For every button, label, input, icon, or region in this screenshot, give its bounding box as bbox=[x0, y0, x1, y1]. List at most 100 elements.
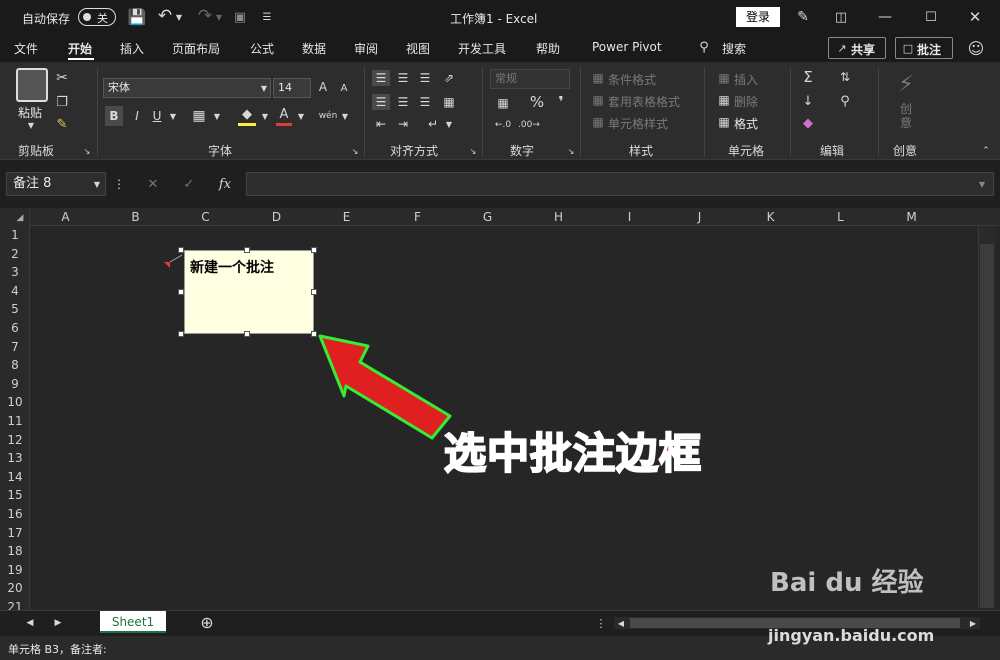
accounting-format-icon[interactable]: ▦ bbox=[492, 94, 514, 112]
font-launcher-icon[interactable]: ↘ bbox=[350, 146, 360, 156]
column-header-c[interactable]: C bbox=[170, 208, 241, 226]
formula-input[interactable] bbox=[246, 172, 994, 196]
sheet-bar-more-icon[interactable]: ⋮ bbox=[596, 615, 607, 631]
row-header-9[interactable]: 9 bbox=[0, 377, 30, 395]
column-header-g[interactable]: G bbox=[452, 208, 523, 226]
tab-insert[interactable]: 插入 bbox=[120, 40, 144, 57]
name-box-dropdown-icon[interactable]: ▼ bbox=[92, 176, 102, 192]
number-format-combo[interactable]: 常规 bbox=[490, 69, 570, 89]
paste-dropdown-icon[interactable]: ▼ bbox=[26, 120, 36, 130]
row-header-1[interactable]: 1 bbox=[0, 228, 30, 246]
camera-icon[interactable]: ▣ bbox=[230, 8, 250, 26]
align-top-icon[interactable]: ☰ bbox=[372, 70, 390, 86]
login-button[interactable]: 登录 bbox=[736, 7, 780, 27]
tab-developer[interactable]: 开发工具 bbox=[458, 40, 506, 57]
align-left-icon[interactable]: ☰ bbox=[372, 94, 390, 110]
row-header-16[interactable]: 16 bbox=[0, 507, 30, 525]
select-all-icon[interactable]: ◢ bbox=[14, 212, 26, 224]
row-header-11[interactable]: 11 bbox=[0, 414, 30, 432]
redo-dropdown-icon[interactable]: ▼ bbox=[214, 8, 224, 26]
row-header-10[interactable]: 10 bbox=[0, 395, 30, 413]
cut-icon[interactable]: ✂ bbox=[54, 70, 70, 86]
customize-qat-icon[interactable]: ☰ bbox=[260, 8, 274, 26]
autosum-icon[interactable]: Σ bbox=[800, 68, 816, 86]
row-header-13[interactable]: 13 bbox=[0, 451, 30, 469]
next-sheet-icon[interactable]: ▶ bbox=[52, 615, 64, 631]
tab-view[interactable]: 视图 bbox=[406, 40, 430, 57]
orientation-icon[interactable]: ⇗ bbox=[440, 70, 458, 86]
worksheet-grid[interactable]: ◢ ABCDEFGHIJKLM 1 2 3 4 5 6 7 8 9 10 11 12 13 14 15 16 1… bbox=[0, 208, 1000, 610]
ideas-button-label[interactable]: 创意 bbox=[900, 102, 914, 130]
column-header-a[interactable]: A bbox=[30, 208, 101, 226]
enter-icon[interactable]: ✓ bbox=[180, 174, 198, 194]
column-header-k[interactable]: K bbox=[735, 208, 806, 226]
cell-styles-icon[interactable]: ▦ bbox=[590, 114, 606, 130]
borders-icon[interactable]: ▦ bbox=[190, 106, 208, 126]
row-header-17[interactable]: 17 bbox=[0, 526, 30, 544]
prev-sheet-icon[interactable]: ◀ bbox=[24, 615, 36, 631]
row-header-20[interactable]: 20 bbox=[0, 581, 30, 599]
underline-button[interactable]: U bbox=[150, 106, 164, 126]
tab-data[interactable]: 数据 bbox=[302, 40, 326, 57]
vertical-scroll-thumb[interactable] bbox=[980, 244, 994, 608]
row-header-18[interactable]: 18 bbox=[0, 544, 30, 562]
row-header-12[interactable]: 12 bbox=[0, 433, 30, 451]
add-sheet-icon[interactable]: ⊕ bbox=[198, 613, 216, 632]
resize-handle-nw[interactable] bbox=[178, 247, 184, 253]
row-header-3[interactable]: 3 bbox=[0, 265, 30, 283]
resize-handle-ne[interactable] bbox=[311, 247, 317, 253]
column-header-d[interactable]: D bbox=[241, 208, 312, 226]
sheet-tab-sheet1[interactable]: Sheet1 bbox=[100, 611, 166, 633]
paste-label[interactable]: 粘贴 bbox=[18, 104, 42, 121]
underline-dropdown-icon[interactable]: ▼ bbox=[168, 108, 178, 124]
pen-icon[interactable]: ✎ bbox=[794, 8, 812, 26]
delete-cells-label[interactable]: 删除 bbox=[734, 93, 758, 110]
wrap-text-icon[interactable]: ↵ bbox=[424, 116, 442, 132]
ideas-lightning-icon[interactable]: ⚡ bbox=[894, 70, 918, 98]
ribbon-display-icon[interactable]: ◫ bbox=[832, 8, 850, 26]
comment-text[interactable]: 新建一个批注 bbox=[190, 257, 274, 277]
save-icon[interactable]: 💾 bbox=[128, 8, 147, 26]
align-center-icon[interactable]: ☰ bbox=[394, 94, 412, 110]
clipboard-launcher-icon[interactable]: ↘ bbox=[82, 146, 92, 156]
row-header-2[interactable]: 2 bbox=[0, 247, 30, 265]
phonetic-dropdown-icon[interactable]: ▼ bbox=[340, 108, 350, 124]
resize-handle-s[interactable] bbox=[244, 331, 250, 337]
clear-icon[interactable]: ◆ bbox=[800, 114, 816, 132]
wrap-dropdown-icon[interactable]: ▼ bbox=[444, 116, 454, 132]
fill-color-icon[interactable]: ◆ bbox=[238, 106, 256, 126]
redo-icon[interactable]: ↷ bbox=[196, 6, 214, 26]
merge-center-icon[interactable]: ▦ bbox=[440, 94, 458, 110]
phonetic-icon[interactable]: wén bbox=[318, 106, 338, 126]
scroll-left-icon[interactable]: ◀ bbox=[616, 616, 626, 630]
scroll-right-icon[interactable]: ▶ bbox=[968, 616, 978, 630]
collapse-ribbon-icon[interactable]: ⌃ bbox=[980, 146, 992, 156]
comma-style-icon[interactable]: ❜ bbox=[554, 92, 568, 112]
find-select-icon[interactable]: ⚲ bbox=[836, 92, 854, 110]
more-icon[interactable]: ⋮ bbox=[113, 174, 125, 194]
decrease-font-icon[interactable]: A bbox=[338, 80, 350, 96]
comments-button[interactable]: □ 批注 bbox=[895, 37, 953, 59]
column-header-h[interactable]: H bbox=[523, 208, 594, 226]
share-button[interactable]: ↗ 共享 bbox=[828, 37, 886, 59]
resize-handle-w[interactable] bbox=[178, 289, 184, 295]
font-name-combo[interactable]: 宋体 bbox=[103, 78, 271, 98]
fill-icon[interactable]: ↓ bbox=[800, 92, 816, 110]
increase-font-icon[interactable]: A bbox=[316, 78, 330, 96]
insert-cells-label[interactable]: 插入 bbox=[734, 71, 758, 88]
fill-dropdown-icon[interactable]: ▼ bbox=[260, 108, 270, 124]
close-icon[interactable]: ✕ bbox=[966, 8, 984, 26]
decrease-indent-icon[interactable]: ⇤ bbox=[372, 116, 390, 132]
font-dropdown-icon[interactable]: ▼ bbox=[258, 80, 270, 96]
column-header-l[interactable]: L bbox=[805, 208, 876, 226]
bold-button[interactable]: B bbox=[105, 106, 123, 126]
align-bottom-icon[interactable]: ☰ bbox=[416, 70, 434, 86]
insert-function-icon[interactable]: fx bbox=[216, 174, 234, 194]
undo-dropdown-icon[interactable]: ▼ bbox=[174, 8, 184, 26]
alignment-launcher-icon[interactable]: ↘ bbox=[468, 146, 478, 156]
tab-home[interactable]: 开始 bbox=[68, 40, 92, 57]
resize-handle-sw[interactable] bbox=[178, 331, 184, 337]
search-label[interactable]: 搜索 bbox=[722, 40, 746, 57]
column-header-j[interactable]: J bbox=[664, 208, 735, 226]
percent-style-icon[interactable]: % bbox=[528, 92, 546, 112]
